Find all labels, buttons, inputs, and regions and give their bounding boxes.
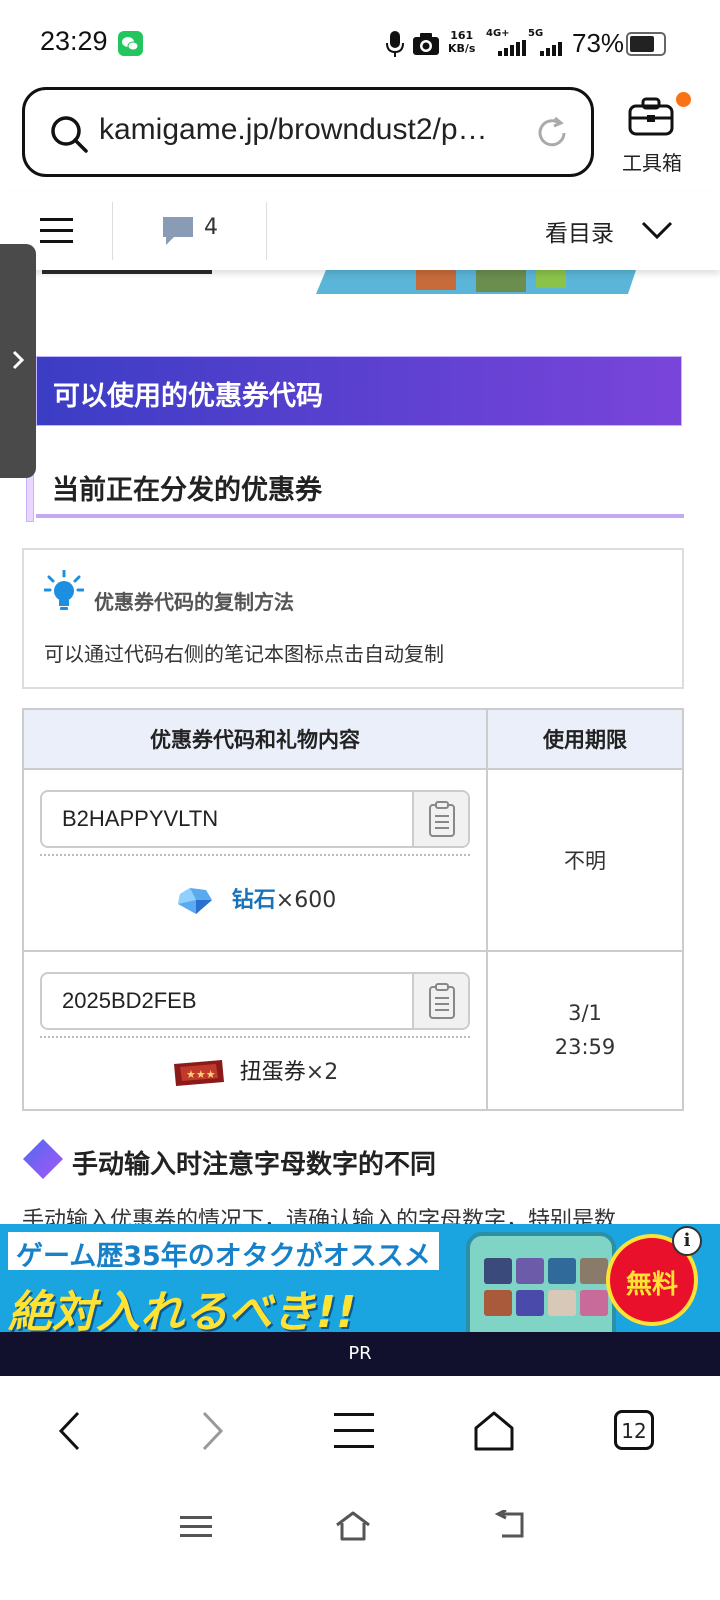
- tabs-count: 12: [621, 1419, 647, 1443]
- reward-line: ★★★ 扭蛋券×2: [24, 1054, 486, 1088]
- coupon-code-field[interactable]: 2025BD2FEB: [40, 972, 470, 1030]
- page-nav-bar: 4 看目录: [0, 192, 720, 270]
- pr-bar: PR: [0, 1332, 720, 1376]
- battery-percent: 73%: [572, 28, 625, 58]
- address-bar[interactable]: kamigame.jp/browndust2/p…: [22, 87, 594, 177]
- clipboard-icon: [429, 983, 455, 1019]
- note-heading-text: 手动输入时注意字母数字的不同: [72, 1150, 437, 1180]
- dotted-separator: [40, 854, 470, 856]
- system-back-icon[interactable]: [494, 1510, 526, 1540]
- nav-divider: [112, 202, 113, 260]
- table-header-code: 优惠券代码和礼物内容: [24, 710, 486, 770]
- coupon-code-field[interactable]: B2HAPPYVLTN: [40, 790, 470, 848]
- comment-icon[interactable]: [162, 216, 194, 246]
- expiry-value: 不明: [564, 849, 606, 873]
- subsection-underline: [36, 514, 684, 518]
- ad-headline: ゲーム歴35年のオタクがオススメ: [8, 1232, 439, 1272]
- expiry-cell: 不明: [488, 844, 682, 878]
- status-bar: 23:29 161 KB/s 4G+ 5G 73%: [0, 0, 720, 88]
- toolbox-button[interactable]: 工具箱: [610, 92, 694, 176]
- gacha-ticket-icon: ★★★: [173, 1060, 224, 1086]
- diamond-icon: [23, 1139, 63, 1179]
- network-label-2: 5G: [528, 28, 544, 39]
- ad-slogan: 絶対入れるべき!!: [8, 1287, 357, 1332]
- row-divider: [24, 950, 682, 952]
- side-drawer-handle[interactable]: [0, 244, 36, 478]
- reward-name[interactable]: 钻石: [232, 888, 276, 913]
- signal-4g: 4G+: [486, 28, 526, 58]
- expiry-cell: 3/1 23:59: [488, 996, 682, 1064]
- subsection-heading-text: 当前正在分发的优惠券: [52, 475, 322, 506]
- wechat-icon: [118, 31, 143, 56]
- diamond-gem-icon: [177, 888, 212, 914]
- comment-count[interactable]: 4: [204, 215, 218, 240]
- note-body-partial: 手动输入优惠券的情况下，请确认输入的字母数字，特别是数: [22, 1208, 617, 1224]
- ad-info-icon[interactable]: i: [672, 1226, 702, 1256]
- forward-icon[interactable]: [198, 1410, 226, 1452]
- url-text[interactable]: kamigame.jp/browndust2/p…: [99, 113, 488, 147]
- expiry-date: 3/1: [568, 1001, 602, 1025]
- coupon-table: 优惠券代码和礼物内容 使用期限 B2HAPPYVLTN 钻石×600 不明 20…: [22, 708, 684, 1111]
- net-speed-value: 161: [450, 29, 474, 42]
- system-nav-bar: [0, 1486, 720, 1600]
- note-heading: 手动输入时注意字母数字的不同: [22, 1138, 682, 1182]
- reward-qty: ×600: [275, 888, 337, 913]
- chevron-right-icon: [12, 350, 25, 370]
- section-heading-text: 可以使用的优惠券代码: [53, 381, 323, 412]
- ad-badge-text: 無料: [625, 1270, 678, 1300]
- battery-icon: [626, 32, 666, 56]
- coupon-code[interactable]: B2HAPPYVLTN: [62, 806, 218, 832]
- menu-icon[interactable]: [334, 1412, 374, 1450]
- reward-line: 钻石×600: [24, 882, 486, 916]
- search-icon: [51, 116, 88, 153]
- toolbox-label: 工具箱: [622, 151, 682, 175]
- menu-icon[interactable]: [40, 217, 73, 245]
- system-home-icon[interactable]: [334, 1510, 372, 1542]
- network-label-1: 4G+: [486, 28, 510, 39]
- signal-5g: 5G: [528, 28, 568, 58]
- status-time: 23:29: [40, 26, 108, 56]
- banner-image-fragment: [36, 270, 636, 294]
- reward-name: 扭蛋券: [239, 1060, 306, 1085]
- subsection-heading: 当前正在分发的优惠券: [26, 456, 686, 522]
- pr-label: PR: [348, 1343, 372, 1364]
- chevron-down-icon[interactable]: [640, 218, 674, 242]
- tip-box: 优惠券代码的复制方法 可以通过代码右侧的笔记本图标点击自动复制: [22, 548, 684, 689]
- lightbulb-icon: [44, 570, 84, 610]
- toc-button[interactable]: 看目录: [545, 214, 614, 248]
- toolbox-icon: [628, 97, 674, 136]
- section-heading: 可以使用的优惠券代码: [36, 356, 682, 426]
- tip-body: 可以通过代码右侧的笔记本图标点击自动复制: [44, 642, 444, 666]
- table-header-expiry: 使用期限: [488, 710, 682, 770]
- notification-dot: [676, 92, 691, 107]
- reload-icon[interactable]: [533, 114, 571, 152]
- back-icon[interactable]: [56, 1410, 84, 1452]
- tip-title: 优惠券代码的复制方法: [94, 590, 294, 614]
- svg-text:★★★: ★★★: [186, 1068, 216, 1081]
- clipboard-icon: [429, 801, 455, 837]
- home-icon[interactable]: [472, 1410, 516, 1452]
- net-speed: 161 KB/s: [448, 29, 475, 55]
- recent-apps-icon[interactable]: [180, 1514, 212, 1540]
- copy-button[interactable]: [412, 792, 468, 846]
- browser-toolbar: 12: [0, 1376, 720, 1486]
- coupon-code[interactable]: 2025BD2FEB: [62, 988, 197, 1014]
- ad-banner[interactable]: ゲーム歴35年のオタクがオススメ 絶対入れるべき!! 無料 i: [0, 1224, 720, 1332]
- dotted-separator: [40, 1036, 470, 1038]
- ad-phone-image: [466, 1232, 616, 1332]
- mic-icon: [386, 31, 404, 57]
- expiry-time: 23:59: [554, 1035, 616, 1059]
- nav-divider: [266, 202, 267, 260]
- net-speed-unit: KB/s: [448, 42, 476, 55]
- camera-icon: [413, 33, 439, 55]
- copy-button[interactable]: [412, 974, 468, 1028]
- tabs-button[interactable]: 12: [614, 1410, 654, 1450]
- reward-qty: ×2: [305, 1060, 339, 1085]
